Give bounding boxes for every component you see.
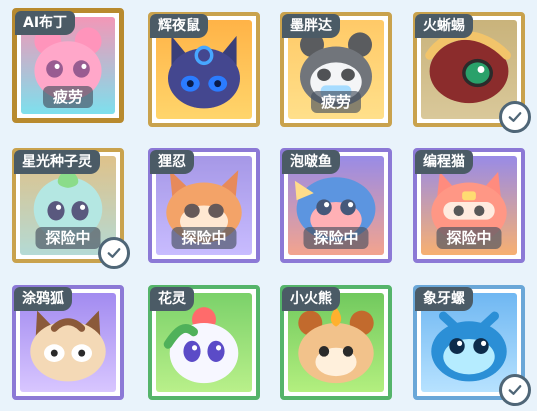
- status-badge: 探险中: [436, 227, 502, 249]
- status-badge: 探险中: [35, 227, 101, 249]
- pet-card[interactable]: 小火熊: [280, 285, 392, 400]
- status-badge: 探险中: [303, 227, 369, 249]
- pet-card[interactable]: 火蜥蜴: [413, 12, 531, 133]
- checkmark-icon: [98, 237, 130, 269]
- pet-name: 火蜥蜴: [415, 14, 473, 38]
- pet-card[interactable]: 疲劳 AI布丁: [12, 8, 124, 123]
- pet-name: 辉夜鼠: [150, 14, 208, 38]
- status-badge: 疲劳: [42, 86, 94, 108]
- pet-card[interactable]: 探险中 编程猫: [413, 148, 525, 263]
- checkmark-icon: [499, 101, 531, 133]
- status-badge: 疲劳: [310, 91, 362, 113]
- pet-name: 花灵: [150, 287, 194, 311]
- pet-card[interactable]: 探险中 星光种子灵: [12, 148, 130, 269]
- pet-name: 星光种子灵: [14, 150, 100, 174]
- checkmark-icon: [499, 374, 531, 406]
- pet-name: 象牙螺: [415, 287, 473, 311]
- pet-card[interactable]: 象牙螺: [413, 285, 531, 406]
- pet-card[interactable]: 探险中 狸忍: [148, 148, 260, 263]
- status-badge: 探险中: [171, 227, 237, 249]
- pet-card[interactable]: 涂鸦狐: [12, 285, 124, 400]
- pet-card[interactable]: 花灵: [148, 285, 260, 400]
- pet-name: 泡啵鱼: [282, 150, 340, 174]
- pet-name: 小火熊: [282, 287, 340, 311]
- pet-name: 墨胖达: [282, 14, 340, 38]
- pet-name: 编程猫: [415, 150, 473, 174]
- pet-card[interactable]: 探险中 泡啵鱼: [280, 148, 392, 263]
- pet-name: 狸忍: [150, 150, 194, 174]
- pet-grid: 疲劳 AI布丁 辉夜鼠 疲劳 墨胖达 火蜥蜴 探险中 星光种子灵 探险中 狸忍 …: [0, 0, 537, 411]
- pet-card[interactable]: 辉夜鼠: [148, 12, 260, 127]
- pet-name: 涂鸦狐: [14, 287, 72, 311]
- pet-name: AI布丁: [15, 11, 76, 35]
- pet-card[interactable]: 疲劳 墨胖达: [280, 12, 392, 127]
